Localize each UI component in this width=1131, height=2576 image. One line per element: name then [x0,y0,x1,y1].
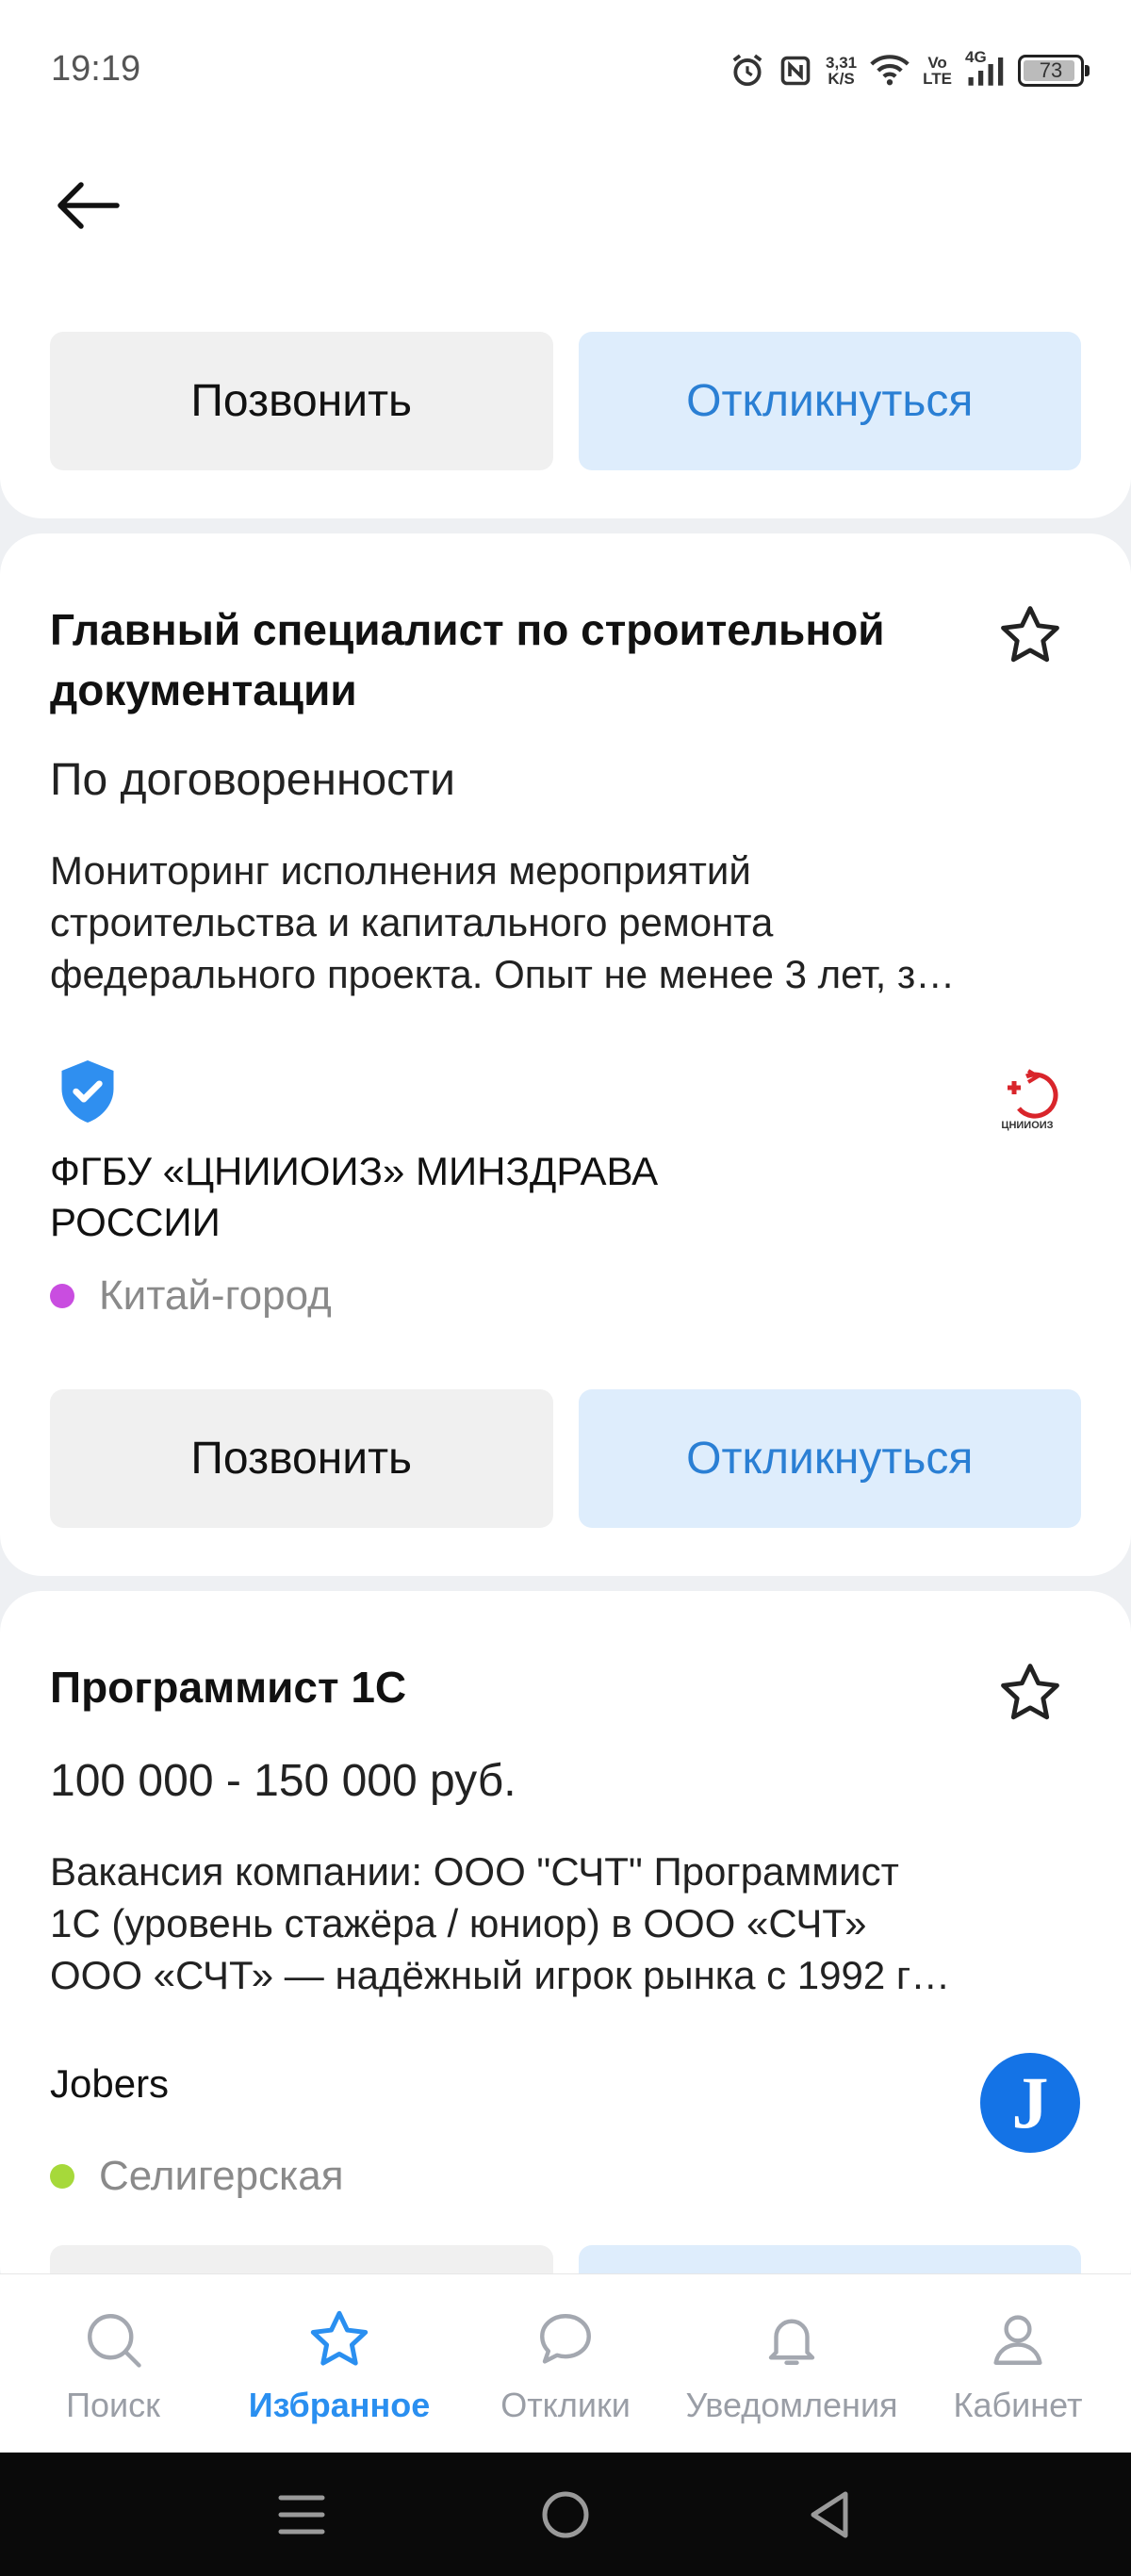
home-button[interactable] [533,2482,598,2548]
menu-icon [278,2495,325,2534]
favorite-button[interactable] [994,599,1066,671]
favorite-button[interactable] [994,1657,1066,1729]
vacancy-description: Мониторинг исполнения мероприятий строит… [50,848,956,996]
company-name[interactable]: ФГБУ «ЦНИИОИЗ» МИНЗДРАВА РОССИИ [50,1146,823,1248]
cniioiz-logo-icon [1008,1069,1058,1119]
star-icon [306,2306,372,2372]
company-logo: ЦНИИОИЗ [990,1067,1065,1142]
alarm-icon [729,53,765,89]
call-button[interactable]: Позвонить [50,332,553,470]
nav-responses[interactable]: Отклики [452,2274,679,2453]
respond-button[interactable]: Откликнуться [578,332,1081,470]
vacancy-card[interactable]: Главный специалист по строительной докум… [0,533,1131,1576]
nav-search[interactable]: Поиск [0,2274,226,2453]
company-logo: J [980,2053,1080,2153]
vacancy-description: Вакансия компании: ООО "СЧТ" Программист… [50,1849,951,1997]
star-icon [1001,1664,1059,1720]
system-back-button[interactable] [796,2482,862,2548]
arrow-left-icon [57,182,120,229]
company-name[interactable]: Jobers [50,2059,169,2109]
status-bar: 19:19 3,31 K/S Vo LTE 4G 73 [0,0,1131,141]
vacancy-card[interactable]: Программист 1С 100 000 - 150 000 руб. Ва… [0,1591,1131,2311]
metro-line-dot [50,1284,74,1308]
vacancy-salary: 100 000 - 150 000 руб. [50,1756,516,1806]
metro-line-dot [50,2164,74,2189]
metro-station: Селигерская [50,2153,344,2200]
network-speed: 3,31 K/S [826,54,858,88]
verified-badge-icon [57,1058,119,1130]
vacancy-salary: По договоренности [50,755,455,805]
vacancy-title: Программист 1С [50,1663,407,1712]
chat-bubble-icon [533,2306,598,2372]
status-icons: 3,31 K/S Vo LTE 4G 73 [729,47,1090,94]
profile-icon [985,2306,1051,2372]
call-button[interactable]: Позвонить [50,1389,553,1528]
metro-station: Китай-город [50,1272,332,1320]
vacancy-title: Главный специалист по строительной докум… [50,605,885,714]
back-triangle-icon [811,2491,848,2537]
bottom-navigation: Поиск Избранное Отклики Уведомления Каби… [0,2273,1131,2453]
jobers-logo-icon: J [1011,2061,1049,2143]
search-icon [80,2306,146,2372]
top-card-actions: Позвонить Откликнуться [50,332,1081,470]
respond-button[interactable]: Откликнуться [578,1389,1081,1528]
status-time: 19:19 [51,49,141,89]
vacancy-actions: Позвонить Откликнуться [50,1389,1081,1528]
nav-profile[interactable]: Кабинет [905,2274,1131,2453]
battery-icon: 73 [1018,55,1090,87]
back-button[interactable] [51,170,123,241]
menu-button[interactable] [269,2482,335,2548]
volte-indicator: Vo LTE [923,54,952,88]
nfc-icon [779,54,812,88]
bell-icon [759,2306,825,2372]
wifi-icon [870,54,910,88]
signal-icon: 4G [965,48,1005,88]
nav-favorites[interactable]: Избранное [226,2274,452,2453]
system-navigation-bar [0,2453,1131,2576]
nav-notifications[interactable]: Уведомления [679,2274,905,2453]
star-icon [1001,606,1059,663]
home-circle-icon [542,2491,589,2537]
